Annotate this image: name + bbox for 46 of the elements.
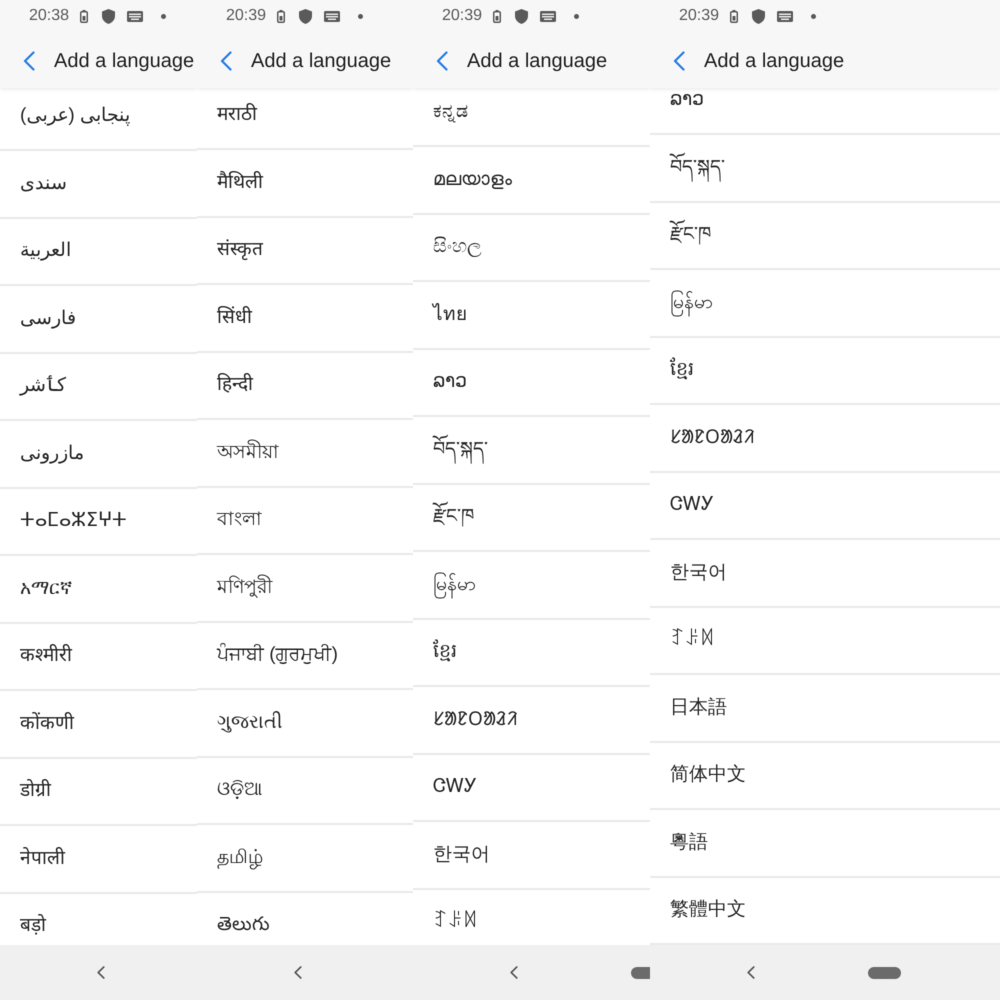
screen-title: Add a language: [54, 51, 194, 71]
dot-icon: [161, 14, 166, 18]
language-option[interactable]: မြန်မာ: [650, 270, 1000, 338]
screen-title: Add a language: [251, 51, 392, 71]
dot-icon: [358, 14, 364, 18]
language-option[interactable]: 粵語: [650, 810, 1000, 878]
language-option[interactable]: ᱥᱟᱱᱛᱟᱲᱤ: [650, 405, 1000, 472]
back-icon[interactable]: [436, 51, 448, 71]
keyboard-icon: [127, 10, 144, 22]
language-option[interactable]: ລາວ: [650, 88, 1000, 135]
shield-icon: [752, 8, 766, 24]
status-time: 20:39: [226, 8, 266, 24]
home-pill-icon[interactable]: [868, 966, 901, 978]
shield-icon: [515, 8, 528, 24]
keyboard-icon: [324, 10, 340, 22]
battery-icon: [730, 10, 738, 22]
dot-icon: [574, 14, 580, 18]
language-option[interactable]: ខ្មែរ: [650, 338, 1000, 405]
language-option[interactable]: ꆈꌠꉙ: [650, 608, 1000, 675]
shield-icon: [299, 8, 312, 24]
language-option[interactable]: བོད་སྐད་: [650, 135, 1000, 202]
language-option[interactable]: ᏣᎳᎩ: [650, 472, 1000, 540]
back-icon[interactable]: [673, 51, 685, 71]
status-time: 20:39: [442, 8, 482, 24]
language-option[interactable]: 简体中文: [650, 742, 1000, 810]
status-time: 20:38: [29, 8, 70, 24]
back-icon[interactable]: [23, 51, 35, 71]
keyboard-icon: [777, 10, 794, 22]
back-icon[interactable]: [220, 51, 232, 71]
battery-icon: [277, 10, 286, 22]
back-icon[interactable]: [294, 966, 302, 979]
screen-title: Add a language: [467, 51, 608, 71]
back-icon[interactable]: [97, 966, 105, 979]
keyboard-icon: [540, 10, 556, 22]
home-pill-icon[interactable]: [631, 966, 650, 978]
language-option[interactable]: རྫོང་ཁ: [650, 202, 1000, 270]
screen-title: Add a language: [704, 51, 844, 71]
battery-icon: [80, 10, 88, 22]
dot-icon: [811, 14, 816, 18]
status-time: 20:39: [679, 8, 720, 24]
language-option[interactable]: 日本語: [650, 675, 1000, 742]
battery-icon: [493, 10, 502, 22]
shield-icon: [102, 8, 116, 24]
back-icon[interactable]: [510, 966, 518, 979]
language-option[interactable]: 한국어: [650, 540, 1000, 608]
back-icon[interactable]: [747, 966, 755, 979]
